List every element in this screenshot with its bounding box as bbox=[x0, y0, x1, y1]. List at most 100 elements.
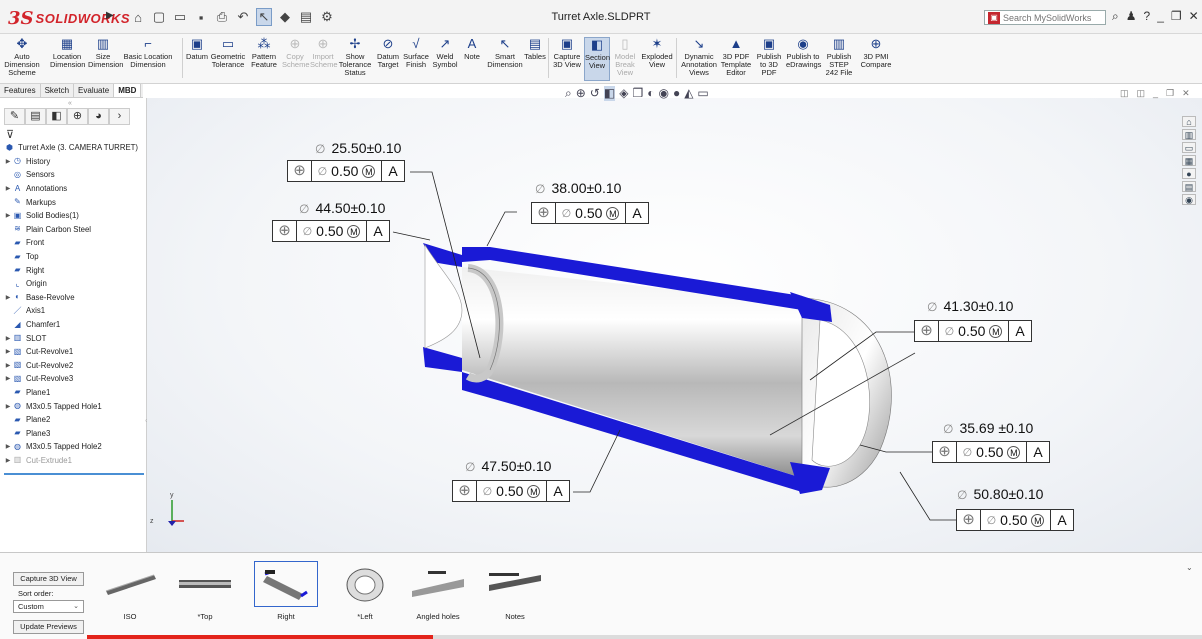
view-thumbnail[interactable]: Right bbox=[253, 561, 319, 621]
tree-item[interactable]: ▶ ▧ Cut-Revolve3 bbox=[0, 372, 146, 386]
3d-pmi-compare-button[interactable]: ⊕ 3D PMI Compare bbox=[858, 37, 894, 69]
tree-item[interactable]: ▶ ◐ Base-Revolve bbox=[0, 291, 146, 305]
model-break-view-button[interactable]: ▯ Model Break View bbox=[612, 37, 638, 77]
zoom-to-fit-icon[interactable]: ⌕ bbox=[565, 86, 572, 101]
search-magnifier-icon[interactable]: ⌕ bbox=[1112, 9, 1119, 24]
tree-item[interactable]: ▶ A Annotations bbox=[0, 182, 146, 196]
tree-item[interactable]: ▰ Plane2 bbox=[0, 413, 146, 427]
save-icon[interactable]: ▪ bbox=[193, 10, 209, 25]
tree-item[interactable]: ≋ Plain Carbon Steel bbox=[0, 223, 146, 237]
expand-arrow-icon[interactable]: ▶ bbox=[4, 375, 12, 382]
dynamic-annotation-icon[interactable]: ◈ bbox=[619, 86, 628, 101]
tree-item[interactable]: ◎ Sensors bbox=[0, 168, 146, 182]
rebuild-icon[interactable]: ◆ bbox=[277, 9, 293, 25]
graphics-area[interactable]: y z ∅ 25.50±0.10 ⊕ ∅ 0.50 M A ∅ 44.50±0.10 ⊕ ∅ 0.50… bbox=[147, 98, 1202, 552]
dynamic-annotation-views-button[interactable]: ↘ Dynamic Annotation Views bbox=[680, 37, 718, 77]
display-manager-tab-icon[interactable]: ◕ bbox=[88, 108, 109, 125]
expand-arrow-icon[interactable]: ▶ bbox=[4, 294, 12, 301]
size-dimension-button[interactable]: ▥ Size Dimension bbox=[88, 37, 123, 69]
expand-arrow-icon[interactable]: ▶ bbox=[4, 158, 12, 165]
file-explorer-icon[interactable]: ▭ bbox=[1182, 142, 1196, 153]
open-folder-icon[interactable]: ▭ bbox=[172, 9, 188, 25]
tables-button[interactable]: ▤ Tables bbox=[524, 37, 546, 61]
rollback-bar[interactable] bbox=[4, 473, 144, 475]
options-gear-icon[interactable]: ⚙ bbox=[319, 9, 335, 25]
tree-item[interactable]: ◢ Chamfer1 bbox=[0, 318, 146, 332]
design-library-icon[interactable]: ▥ bbox=[1182, 129, 1196, 140]
tree-item[interactable]: ⬢ Turret Axle (3. CAMERA TURRET) bbox=[0, 141, 146, 155]
tree-item[interactable]: ▰ Plane3 bbox=[0, 426, 146, 440]
update-previews-button[interactable]: Update Previews bbox=[13, 620, 84, 634]
pattern-feature-button[interactable]: ⁂ Pattern Feature bbox=[247, 37, 281, 69]
sort-order-select[interactable]: Custom ⌄ bbox=[13, 600, 84, 613]
view-orientation-icon[interactable]: ❒ bbox=[632, 86, 643, 101]
capture-3d-view-button[interactable]: Capture 3D View bbox=[13, 572, 84, 586]
view-thumbnail[interactable]: ISO bbox=[97, 561, 163, 621]
expand-arrow-icon[interactable]: ▶ bbox=[4, 403, 12, 410]
section-view-toggle-icon[interactable]: ◧ bbox=[603, 86, 616, 101]
close-icon[interactable]: ✕ bbox=[1189, 9, 1199, 24]
configuration-manager-tab-icon[interactable]: ◧ bbox=[46, 108, 67, 125]
exploded-view-button[interactable]: ✶ Exploded View bbox=[640, 37, 674, 69]
dim-44-50-feature-control-frame[interactable]: ⊕ ∅ 0.50 M A bbox=[272, 220, 390, 242]
feature-manager-tab-icon[interactable]: ✎ bbox=[4, 108, 25, 125]
tree-item[interactable]: ▶ ▥ Cut-Extrude1 bbox=[0, 454, 146, 468]
dim-38-00-dimension[interactable]: ∅ 38.00±0.10 bbox=[535, 180, 621, 196]
restore-icon[interactable]: ❐ bbox=[1171, 9, 1182, 24]
datum-button[interactable]: ▣ Datum bbox=[184, 37, 210, 61]
view-thumbnail[interactable]: *Top bbox=[172, 561, 238, 621]
auto-dimension-scheme-button[interactable]: ✥ Auto Dimension Scheme bbox=[4, 37, 40, 77]
tab-evaluate[interactable]: Evaluate bbox=[74, 84, 115, 97]
filter-icon[interactable]: ⊽ bbox=[6, 128, 14, 141]
zoom-area-icon[interactable]: ⊕ bbox=[576, 86, 586, 101]
copy-scheme-button[interactable]: ⊕ Copy Scheme bbox=[282, 37, 310, 69]
section-view-button[interactable]: ◧ Section View bbox=[584, 37, 610, 81]
forum-icon[interactable]: ◉ bbox=[1182, 194, 1196, 205]
pane-collapse-chevron-icon[interactable]: ⌄ bbox=[1186, 563, 1193, 572]
capture-3d-view-button[interactable]: ▣ Capture 3D View bbox=[552, 37, 582, 69]
dim-41-30-feature-control-frame[interactable]: ⊕ ∅ 0.50 M A bbox=[914, 320, 1032, 342]
dim-35-69-dimension[interactable]: ∅ 35.69 ±0.10 bbox=[943, 420, 1033, 436]
tree-item[interactable]: ▰ Front bbox=[0, 236, 146, 250]
smart-dimension-button[interactable]: ↖ Smart Dimension bbox=[487, 37, 523, 69]
tree-item[interactable]: ▶ ▥ SLOT bbox=[0, 331, 146, 345]
expand-arrow-icon[interactable]: ▶ bbox=[4, 185, 12, 192]
tree-item[interactable]: ▰ Right bbox=[0, 263, 146, 277]
view-settings-icon[interactable]: ▭ bbox=[697, 86, 708, 101]
tree-item[interactable]: ▶ ◍ M3x0.5 Tapped Hole2 bbox=[0, 440, 146, 454]
3d-pdf-template-editor-button[interactable]: ▲ 3D PDF Template Editor bbox=[720, 37, 752, 77]
tree-item[interactable]: ▶ ◍ M3x0.5 Tapped Hole1 bbox=[0, 399, 146, 413]
manager-tabs-next-icon[interactable]: › bbox=[109, 108, 130, 125]
viewport-restore-icon[interactable]: ❐ bbox=[1166, 88, 1174, 99]
file-properties-icon[interactable]: ▤ bbox=[298, 9, 314, 25]
geometric-tolerance-button[interactable]: ▭ Geometric Tolerance bbox=[210, 37, 246, 69]
dim-47-50-feature-control-frame[interactable]: ⊕ ∅ 0.50 M A bbox=[452, 480, 570, 502]
tab-sketch[interactable]: Sketch bbox=[41, 84, 75, 97]
show-tolerance-status-button[interactable]: ✢ Show Tolerance Status bbox=[338, 37, 372, 77]
minimize-icon[interactable]: _ bbox=[1157, 9, 1164, 24]
note-button[interactable]: A Note bbox=[460, 37, 484, 61]
viewport-close-icon[interactable]: ✕ bbox=[1182, 88, 1190, 99]
tree-item[interactable]: ／ Axis1 bbox=[0, 304, 146, 318]
user-icon[interactable]: ♟ bbox=[1126, 9, 1137, 24]
solidworks-resources-icon[interactable]: ⌂ bbox=[1182, 116, 1196, 127]
dim-35-69-feature-control-frame[interactable]: ⊕ ∅ 0.50 M A bbox=[932, 441, 1050, 463]
weld-symbol-button[interactable]: ↗ Weld Symbol bbox=[432, 37, 458, 69]
tree-item[interactable]: ▰ Plane1 bbox=[0, 386, 146, 400]
dim-44-50-dimension[interactable]: ∅ 44.50±0.10 bbox=[299, 200, 385, 216]
expand-arrow-icon[interactable]: ▶ bbox=[4, 362, 12, 369]
publish-to-3d-pdf-button[interactable]: ▣ Publish to 3D PDF bbox=[754, 37, 784, 77]
view-thumbnail[interactable]: Angled holes bbox=[405, 561, 471, 621]
tree-item[interactable]: ▶ ▧ Cut-Revolve2 bbox=[0, 359, 146, 373]
expand-arrow-icon[interactable]: ▶ bbox=[4, 212, 12, 219]
expand-arrow-icon[interactable]: ▶ bbox=[4, 335, 12, 342]
search-input[interactable] bbox=[1003, 12, 1103, 23]
dim-38-00-feature-control-frame[interactable]: ⊕ ∅ 0.50 M A bbox=[531, 202, 649, 224]
expand-arrow-icon[interactable]: ▶ bbox=[4, 443, 12, 450]
view-thumbnail[interactable]: *Left bbox=[332, 561, 398, 621]
tree-item[interactable]: ▶ ▧ Cut-Revolve1 bbox=[0, 345, 146, 359]
home-icon[interactable]: ⌂ bbox=[130, 10, 146, 25]
new-document-icon[interactable]: ▢ bbox=[151, 9, 167, 25]
tree-item[interactable]: ▰ Top bbox=[0, 250, 146, 264]
basic-location-dimension-button[interactable]: ⌐ Basic Location Dimension bbox=[118, 37, 178, 69]
